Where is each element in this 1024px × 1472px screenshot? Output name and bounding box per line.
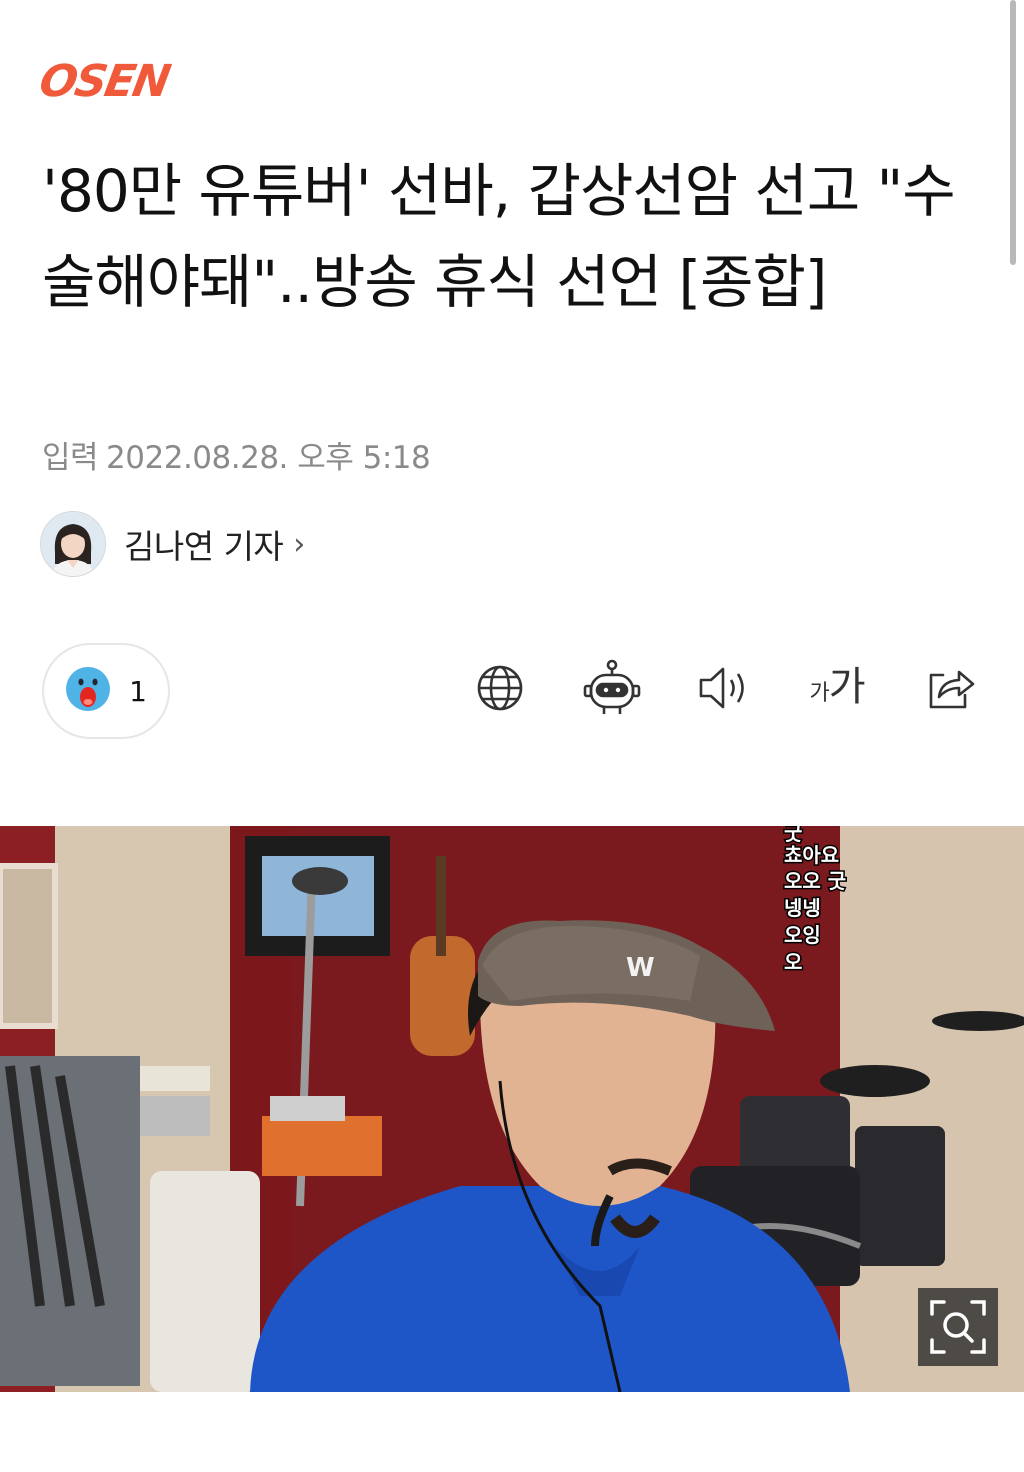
reaction-button[interactable]: 1 <box>42 643 170 739</box>
reporter-avatar <box>40 511 106 577</box>
published-date: 입력 2022.08.28. 오후 5:18 <box>42 432 431 477</box>
font-size-button[interactable]: 가가 <box>802 660 872 720</box>
font-size-large-label: 가 <box>828 663 866 710</box>
font-size-small-label: 가 <box>809 680 829 706</box>
published-label: 입력 <box>42 440 99 476</box>
article-title: '80만 유튜버' 선바, 갑상선암 선고 "수술해야돼"..방송 휴식 선언 … <box>42 157 956 316</box>
chat-line: 오 <box>784 950 802 974</box>
cap-logo: W <box>626 953 655 983</box>
font-size-icon: 가가 <box>809 657 866 724</box>
speaker-icon <box>696 663 752 717</box>
summary-bot-button[interactable] <box>582 658 642 722</box>
published-datetime: 2022.08.28. 오후 5:18 <box>106 440 431 476</box>
robot-icon <box>582 658 642 722</box>
osen-logo[interactable]: OSEN <box>36 56 173 107</box>
surprised-face-icon <box>65 666 111 716</box>
reaction-count: 1 <box>129 674 147 708</box>
share-icon <box>923 663 977 717</box>
globe-icon <box>475 663 525 717</box>
chat-line: 넹넹 <box>784 896 821 920</box>
article-photo[interactable]: 굿 쵸아요 오오 굿 넹넹 오잉 오 W <box>0 826 1024 1392</box>
read-aloud-button[interactable] <box>694 660 754 720</box>
chat-line: 쵸아요 <box>784 843 839 867</box>
translate-button[interactable] <box>470 660 530 720</box>
reporter-link[interactable]: 김나연 기자 › <box>40 511 305 577</box>
reporter-name: 김나연 기자 <box>124 527 284 566</box>
chat-line: 오오 굿 <box>784 869 846 893</box>
photo-zoom-button[interactable] <box>918 1288 998 1366</box>
share-button[interactable] <box>920 660 980 720</box>
zoom-icon <box>918 1300 998 1370</box>
chat-line: 오잉 <box>784 923 821 947</box>
chevron-right-icon: › <box>293 526 306 562</box>
page-scrollbar[interactable] <box>1010 0 1016 265</box>
